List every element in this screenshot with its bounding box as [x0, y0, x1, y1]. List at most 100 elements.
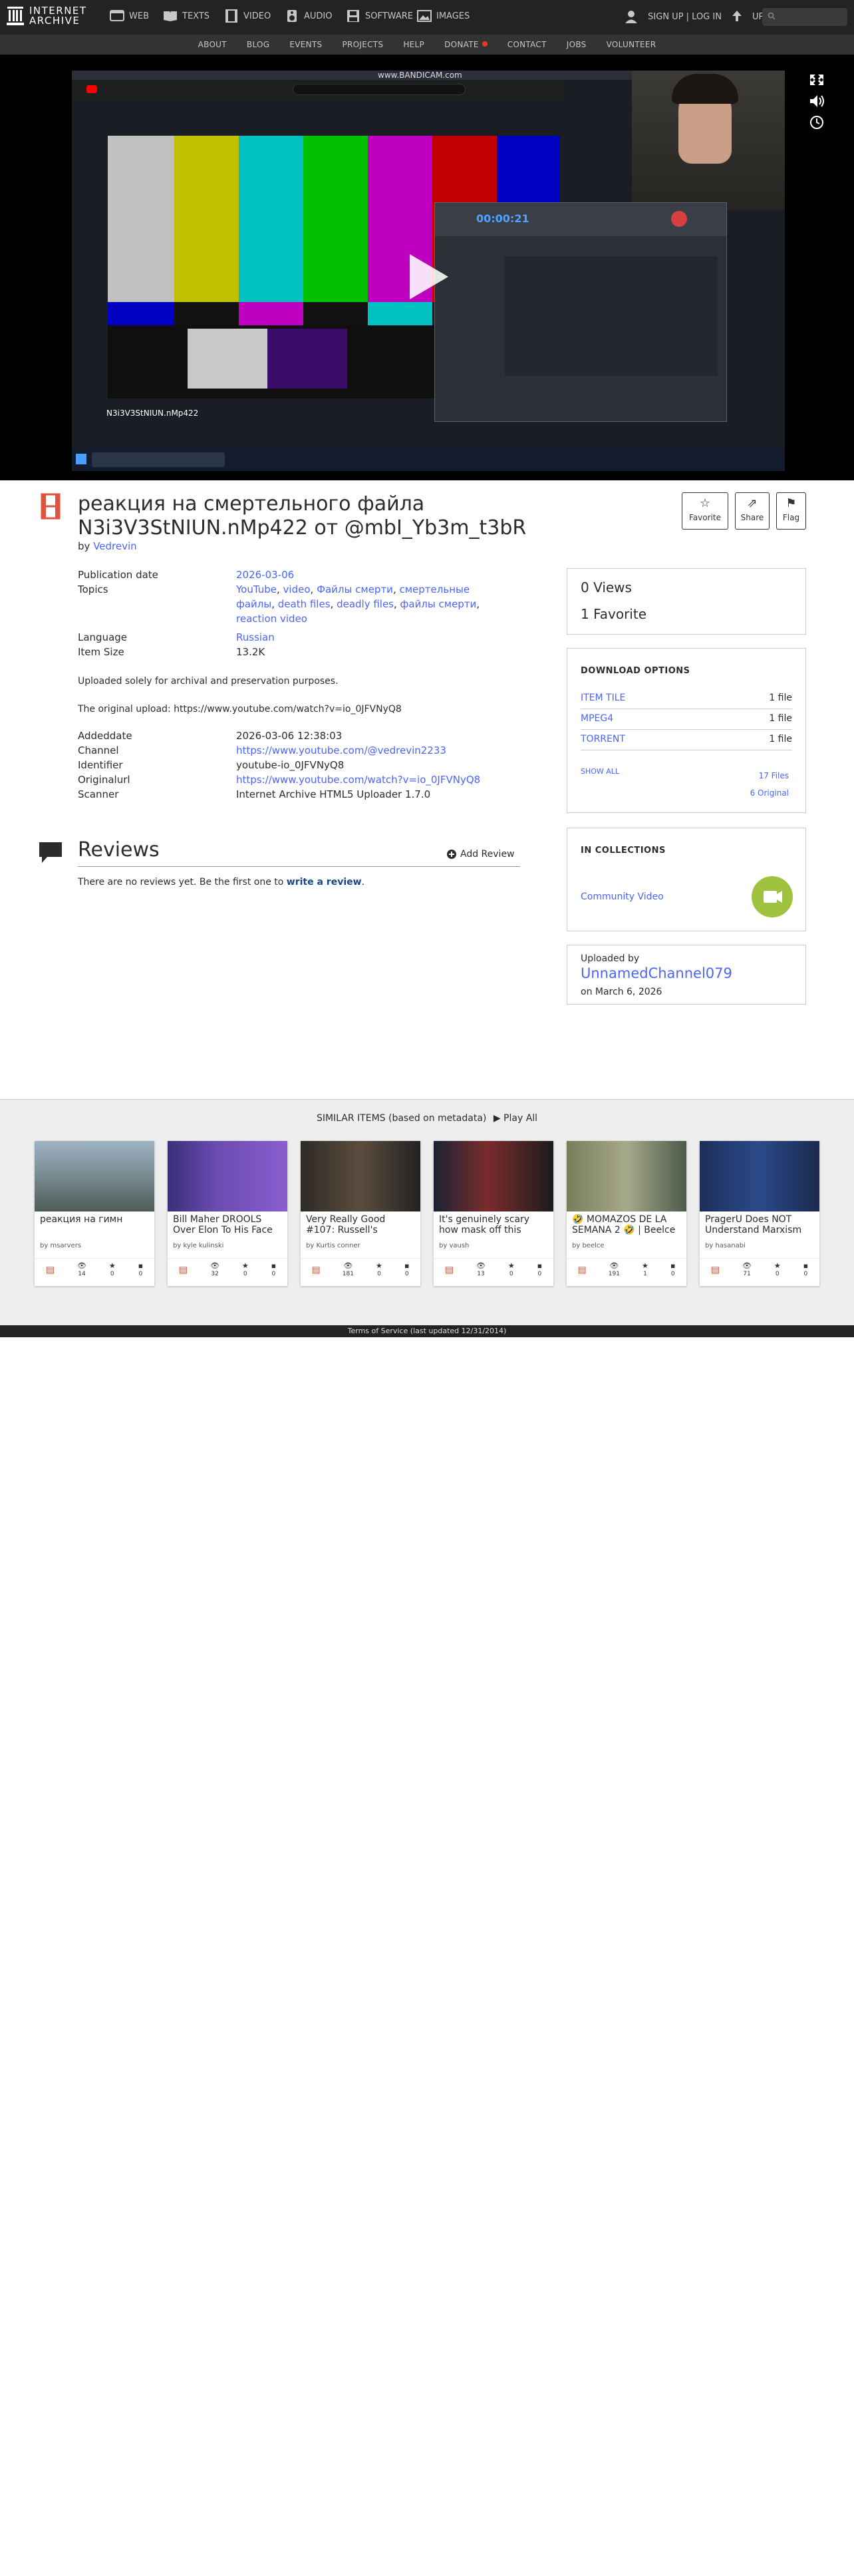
thumbnail-image: [567, 1141, 686, 1211]
topic-link[interactable]: YouTube: [236, 583, 277, 595]
movie-type-icon: ▤: [710, 1264, 720, 1275]
subnav-donate[interactable]: DONATE: [444, 40, 479, 49]
upload-date: on March 6, 2026: [581, 987, 662, 997]
share-label: Share: [740, 513, 764, 522]
movie-type-icon: ▤: [577, 1264, 587, 1275]
tile-reviews: 0: [138, 1270, 143, 1277]
topic-link[interactable]: deadly files: [337, 598, 394, 610]
views-count: 0 Views: [581, 579, 632, 595]
video-overlay-filename: N3i3V3StNIUN.nMp422: [106, 408, 199, 418]
download-format[interactable]: TORRENT: [581, 734, 625, 744]
nav-texts[interactable]: TEXTS: [163, 9, 210, 23]
tile-creator: by hasanabi: [705, 1242, 746, 1249]
nav-video[interactable]: VIDEO: [224, 9, 271, 23]
meta-key: Addeddate: [78, 730, 132, 742]
terms-of-service-link[interactable]: Terms of Service (last updated 12/31/201…: [348, 1327, 507, 1335]
download-row[interactable]: MPEG4 1 file: [581, 709, 792, 730]
subnav-jobs[interactable]: JOBS: [557, 40, 597, 49]
upload-icon[interactable]: [731, 10, 743, 23]
topic-link[interactable]: video: [283, 583, 311, 595]
topic-link[interactable]: death files: [278, 598, 331, 610]
favorites-star-icon: ★: [108, 1261, 116, 1270]
tile-stats: ▤ 👁 32 ★ 0 ▪ 0: [168, 1258, 287, 1281]
no-reviews-text: There are no reviews yet. Be the first o…: [78, 877, 364, 887]
play-all-button[interactable]: ▶ Play All: [494, 1113, 537, 1124]
tile-favs: 0: [775, 1270, 780, 1277]
tile-creator: by msarvers: [40, 1242, 82, 1249]
similar-item-tile[interactable]: реакция на гимн by msarvers ▤ 👁 14 ★ 0 ▪ 0: [35, 1141, 154, 1286]
play-button-icon[interactable]: [410, 254, 448, 299]
collections-box: IN COLLECTIONS Community Video: [567, 828, 806, 931]
video-player[interactable]: www.BANDICAM.com 00:00:21 N3i3V3StNIUN.n…: [0, 55, 854, 480]
favorite-button[interactable]: ☆ Favorite: [682, 492, 728, 530]
add-review-button[interactable]: Add Review: [447, 849, 515, 860]
subnav-help[interactable]: HELP: [393, 40, 434, 49]
flag-button[interactable]: ⚑ Flag: [776, 492, 806, 530]
signin-link[interactable]: SIGN UP | LOG IN: [648, 12, 722, 22]
reviews-heading: Reviews: [78, 838, 160, 862]
topic-link[interactable]: файлы смерти: [400, 598, 477, 610]
community-video-collection-icon[interactable]: [752, 876, 793, 917]
subnav-events[interactable]: EVENTS: [279, 40, 332, 49]
tile-reviews: 0: [803, 1270, 808, 1277]
movie-item-icon: [41, 493, 61, 520]
reviews-comment-icon: ▪: [537, 1261, 543, 1270]
download-count: 1 file: [769, 713, 792, 724]
similar-item-tile[interactable]: Bill Maher DROOLS Over Elon To His Face …: [168, 1141, 287, 1286]
similar-item-tile[interactable]: It's genuinely scary how mask off this b…: [434, 1141, 553, 1286]
plus-circle-icon: [447, 850, 456, 859]
no-reviews-suffix: .: [361, 877, 365, 887]
subnav-contact[interactable]: CONTACT: [498, 40, 557, 49]
search-input[interactable]: [762, 8, 847, 26]
nav-audio[interactable]: AUDIO: [285, 9, 333, 23]
download-format[interactable]: MPEG4: [581, 713, 613, 724]
tile-favs: 0: [110, 1270, 114, 1277]
similar-items-section: SIMILAR ITEMS (based on metadata) ▶ Play…: [0, 1099, 854, 1325]
show-all-link[interactable]: SHOW ALL: [581, 767, 619, 776]
secondary-navigation: ABOUT BLOG EVENTS PROJECTS HELP DONATE C…: [0, 35, 854, 55]
download-row[interactable]: ITEM TILE 1 file: [581, 689, 792, 709]
thumbnail-image: [301, 1141, 420, 1211]
download-format[interactable]: ITEM TILE: [581, 693, 625, 703]
share-button[interactable]: ⇗ Share: [735, 492, 770, 530]
collection-link[interactable]: Community Video: [581, 891, 664, 902]
tile-creator: by kyle kulinski: [173, 1242, 224, 1249]
nav-images-label: IMAGES: [436, 11, 470, 21]
original-files-link[interactable]: 6 Original: [750, 788, 789, 798]
subnav-blog[interactable]: BLOG: [237, 40, 279, 49]
uploader-link[interactable]: UnnamedChannel079: [581, 965, 732, 981]
flag-icon: ⚑: [785, 496, 797, 510]
identifier-value: youtube-io_0JFVNyQ8: [236, 759, 345, 771]
subnav-about[interactable]: ABOUT: [188, 40, 237, 49]
nav-images[interactable]: IMAGES: [417, 9, 470, 23]
subnav-donate-wrap[interactable]: DONATE: [434, 40, 498, 49]
originalurl-link[interactable]: https://www.youtube.com/watch?v=io_0JFVN…: [236, 774, 480, 786]
clock-icon[interactable]: [807, 114, 826, 130]
tile-favs: 0: [377, 1270, 381, 1277]
topic-link[interactable]: reaction video: [236, 613, 307, 625]
nav-software[interactable]: SOFTWARE: [346, 9, 413, 23]
movie-type-icon: ▤: [311, 1264, 321, 1275]
meta-key: Item Size: [78, 646, 124, 658]
similar-item-tile[interactable]: PragerU Does NOT Understand Marxism by h…: [700, 1141, 819, 1286]
language-link[interactable]: Russian: [236, 631, 275, 643]
download-row[interactable]: TORRENT 1 file: [581, 730, 792, 750]
similar-item-tile[interactable]: 🤣 MOMAZOS DE LA SEMANA 2 🤣 | Beelce by b…: [567, 1141, 686, 1286]
channel-link[interactable]: https://www.youtube.com/@vedrevin2233: [236, 744, 446, 756]
internet-archive-logo[interactable]: INTERNET ARCHIVE: [7, 6, 87, 26]
topic-link[interactable]: Файлы смерти: [317, 583, 393, 595]
views-eye-icon: 👁: [77, 1261, 86, 1270]
files-link[interactable]: 17 Files: [759, 771, 789, 780]
volume-icon[interactable]: [807, 93, 826, 109]
write-review-link[interactable]: write a review: [287, 877, 362, 887]
user-icon[interactable]: [624, 9, 639, 24]
subnav-volunteer[interactable]: VOLUNTEER: [597, 40, 666, 49]
creator-link[interactable]: Vedrevin: [93, 540, 136, 552]
tile-views: 71: [743, 1270, 751, 1277]
subnav-projects[interactable]: PROJECTS: [332, 40, 393, 49]
nav-web[interactable]: WEB: [110, 9, 149, 23]
similar-items-heading: SIMILAR ITEMS (based on metadata) ▶ Play…: [0, 1113, 854, 1124]
fullscreen-icon[interactable]: [807, 72, 826, 88]
similar-item-tile[interactable]: Very Really Good #107: Russell's by Kurt…: [301, 1141, 420, 1286]
publication-date-link[interactable]: 2026-03-06: [236, 569, 294, 581]
